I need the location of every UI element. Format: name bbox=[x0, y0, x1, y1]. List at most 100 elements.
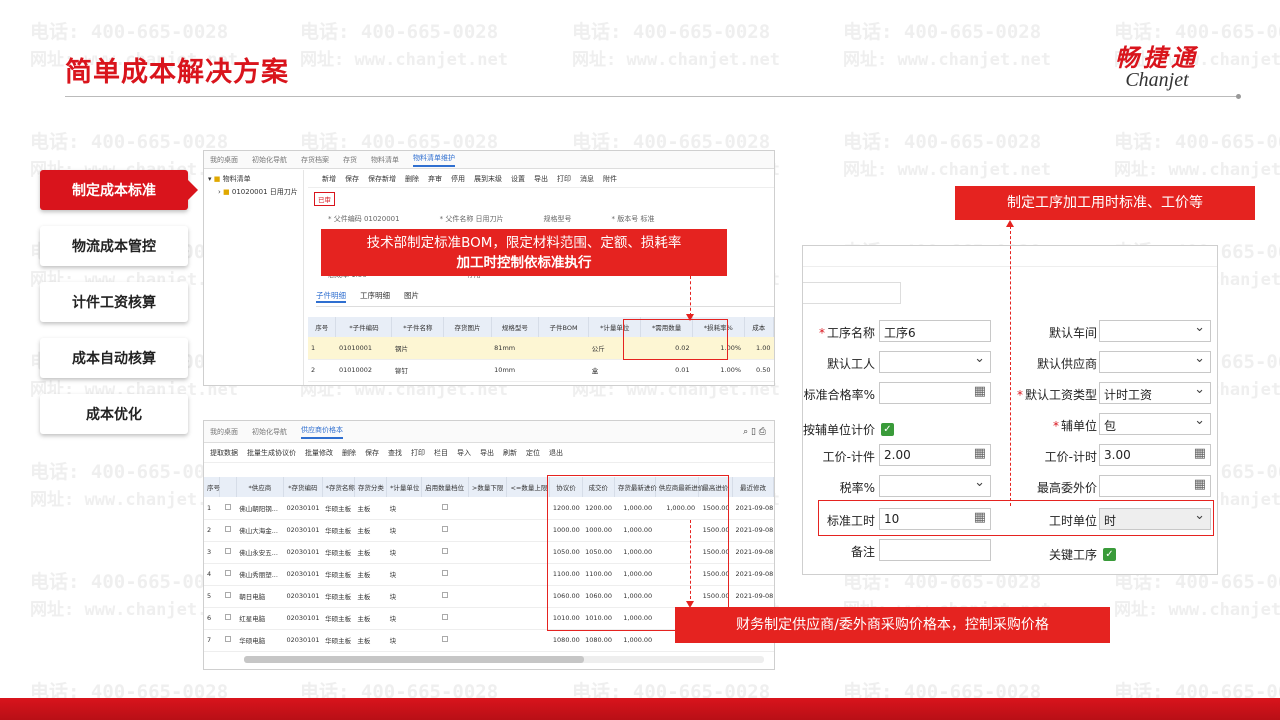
piece-price-field[interactable]: 2.00 bbox=[879, 444, 991, 466]
row-checkbox[interactable] bbox=[219, 519, 237, 542]
col-header[interactable]: >数量下限 bbox=[468, 477, 508, 497]
time-price-field[interactable]: 3.00 bbox=[1099, 444, 1211, 466]
horizontal-scrollbar[interactable] bbox=[244, 656, 764, 663]
process-name-field[interactable]: 工序6 bbox=[879, 320, 991, 342]
tier-checkbox[interactable] bbox=[421, 563, 469, 586]
import-button[interactable]: 导入 bbox=[457, 448, 471, 458]
form-tab[interactable] bbox=[803, 282, 901, 304]
tab-init-nav[interactable]: 初始化导航 bbox=[252, 155, 287, 165]
tab-inventory[interactable]: 存货 bbox=[343, 155, 357, 165]
by-aux-unit-checkbox[interactable]: ✓ bbox=[881, 423, 894, 436]
tier-checkbox[interactable] bbox=[421, 607, 469, 630]
wage-type-select[interactable]: 计时工资 bbox=[1099, 382, 1211, 404]
max-outsource-field[interactable] bbox=[1099, 475, 1211, 497]
col-header[interactable]: 规格型号 bbox=[491, 317, 539, 337]
col-header[interactable]: 序号 bbox=[308, 317, 337, 337]
col-header[interactable]: 子件BOM bbox=[538, 317, 590, 337]
cell: 华硕主板 bbox=[322, 541, 355, 564]
pass-rate-field[interactable] bbox=[879, 382, 991, 404]
tier-checkbox[interactable] bbox=[421, 585, 469, 608]
bom-save-button[interactable]: 保存 bbox=[345, 174, 359, 184]
subtab-images[interactable]: 图片 bbox=[404, 290, 419, 303]
col-header[interactable]: *存货名称 bbox=[322, 477, 355, 497]
window-controls-icon[interactable]: ⌕ ▯ ⎙ bbox=[743, 427, 766, 437]
col-header[interactable]: *子件编码 bbox=[335, 317, 393, 337]
col-header[interactable]: *计量单位 bbox=[386, 477, 422, 497]
col-header[interactable]: *存货编码 bbox=[283, 477, 323, 497]
parent-name-field[interactable]: * 父件名称 日用刀片 bbox=[440, 214, 504, 224]
bom-expand-button[interactable]: 展到末级 bbox=[474, 174, 502, 184]
bom-attachment-button[interactable]: 附件 bbox=[603, 174, 617, 184]
scrollbar-thumb[interactable] bbox=[244, 656, 584, 663]
export-button[interactable]: 导出 bbox=[480, 448, 494, 458]
aux-unit-select[interactable]: 包 bbox=[1099, 413, 1211, 435]
menu-item-cost-standard[interactable]: 制定成本标准 bbox=[40, 170, 198, 210]
tab-desktop[interactable]: 我的桌面 bbox=[210, 155, 238, 165]
menu-item-piece-wage[interactable]: 计件工资核算 bbox=[40, 282, 188, 322]
menu-item-auto-costing[interactable]: 成本自动核算 bbox=[40, 338, 188, 378]
bom-message-button[interactable]: 消息 bbox=[580, 174, 594, 184]
tab-inventory-file[interactable]: 存货档案 bbox=[301, 155, 329, 165]
refresh-button[interactable]: 刷新 bbox=[503, 448, 517, 458]
locate-button[interactable]: 定位 bbox=[526, 448, 540, 458]
row-checkbox[interactable] bbox=[219, 629, 237, 652]
columns-button[interactable]: 栏目 bbox=[434, 448, 448, 458]
tab-init-nav[interactable]: 初始化导航 bbox=[252, 427, 287, 437]
spec-field[interactable]: 规格型号 bbox=[544, 214, 572, 224]
menu-item-cost-optimize[interactable]: 成本优化 bbox=[40, 394, 188, 434]
subtab-components[interactable]: 子件明细 bbox=[316, 290, 346, 303]
menu-item-logistics-cost[interactable]: 物流成本管控 bbox=[40, 226, 188, 266]
default-supplier-select[interactable] bbox=[1099, 351, 1211, 373]
tab-desktop[interactable]: 我的桌面 bbox=[210, 427, 238, 437]
bom-delete-button[interactable]: 删除 bbox=[405, 174, 419, 184]
remark-field[interactable] bbox=[879, 539, 991, 561]
col-header[interactable]: 序号 bbox=[204, 477, 220, 497]
tree-node[interactable]: › ■ 01020001 日用刀片 bbox=[208, 187, 299, 197]
key-process-checkbox[interactable]: ✓ bbox=[1103, 548, 1116, 561]
extract-data-button[interactable]: 提取数据 bbox=[210, 448, 238, 458]
bom-unaudit-button[interactable]: 弃审 bbox=[428, 174, 442, 184]
subtab-process[interactable]: 工序明细 bbox=[360, 290, 390, 303]
find-button[interactable]: 查找 bbox=[388, 448, 402, 458]
exit-button[interactable]: 退出 bbox=[549, 448, 563, 458]
col-header[interactable]: 存货图片 bbox=[443, 317, 492, 337]
tree-root[interactable]: ▾ ■ 物料清单 bbox=[208, 174, 299, 184]
row-checkbox[interactable] bbox=[219, 607, 237, 630]
row-checkbox[interactable] bbox=[219, 541, 237, 564]
print-button[interactable]: 打印 bbox=[411, 448, 425, 458]
tier-checkbox[interactable] bbox=[421, 519, 469, 542]
version-field[interactable]: * 版本号 标准 bbox=[612, 214, 655, 224]
tab-bom[interactable]: 物料清单 bbox=[371, 155, 399, 165]
batch-edit-button[interactable]: 批量修改 bbox=[305, 448, 333, 458]
bom-print-button[interactable]: 打印 bbox=[557, 174, 571, 184]
batch-generate-button[interactable]: 批量生成协议价 bbox=[247, 448, 296, 458]
bom-disable-button[interactable]: 停用 bbox=[451, 174, 465, 184]
bom-new-button[interactable]: 新增 bbox=[322, 174, 336, 184]
tax-rate-select[interactable] bbox=[879, 475, 991, 497]
col-header[interactable]: 存货分类 bbox=[354, 477, 388, 497]
save-button[interactable]: 保存 bbox=[365, 448, 379, 458]
col-header[interactable]: *供应商 bbox=[236, 477, 284, 497]
tier-checkbox[interactable] bbox=[421, 541, 469, 564]
table-row[interactable]: 2 01010002 铆钉 10mm 盒 0.01 1.00% 0.50 bbox=[308, 359, 774, 382]
row-checkbox[interactable] bbox=[219, 585, 237, 608]
tier-checkbox[interactable] bbox=[421, 629, 469, 652]
tier-checkbox[interactable] bbox=[421, 497, 469, 520]
bom-save-new-button[interactable]: 保存新增 bbox=[368, 174, 396, 184]
parent-code-field[interactable]: * 父件编码 01020001 bbox=[328, 214, 400, 224]
default-workshop-select[interactable] bbox=[1099, 320, 1211, 342]
tab-bom-maintain[interactable]: 物料清单维护 bbox=[413, 153, 455, 167]
delete-button[interactable]: 删除 bbox=[342, 448, 356, 458]
col-header[interactable]: *子件名称 bbox=[391, 317, 445, 337]
col-header[interactable]: 最近修改 bbox=[732, 477, 774, 497]
col-header[interactable]: 成本 bbox=[744, 317, 774, 337]
col-header[interactable] bbox=[219, 477, 237, 497]
default-worker-select[interactable] bbox=[879, 351, 991, 373]
bom-settings-button[interactable]: 设置 bbox=[511, 174, 525, 184]
col-header[interactable]: <=数量上限 bbox=[506, 477, 551, 497]
col-header[interactable]: 启用数量档位 bbox=[421, 477, 469, 497]
row-checkbox[interactable] bbox=[219, 497, 237, 520]
bom-export-button[interactable]: 导出 bbox=[534, 174, 548, 184]
tab-price-book[interactable]: 供应商价格本 bbox=[301, 425, 343, 439]
row-checkbox[interactable] bbox=[219, 563, 237, 586]
